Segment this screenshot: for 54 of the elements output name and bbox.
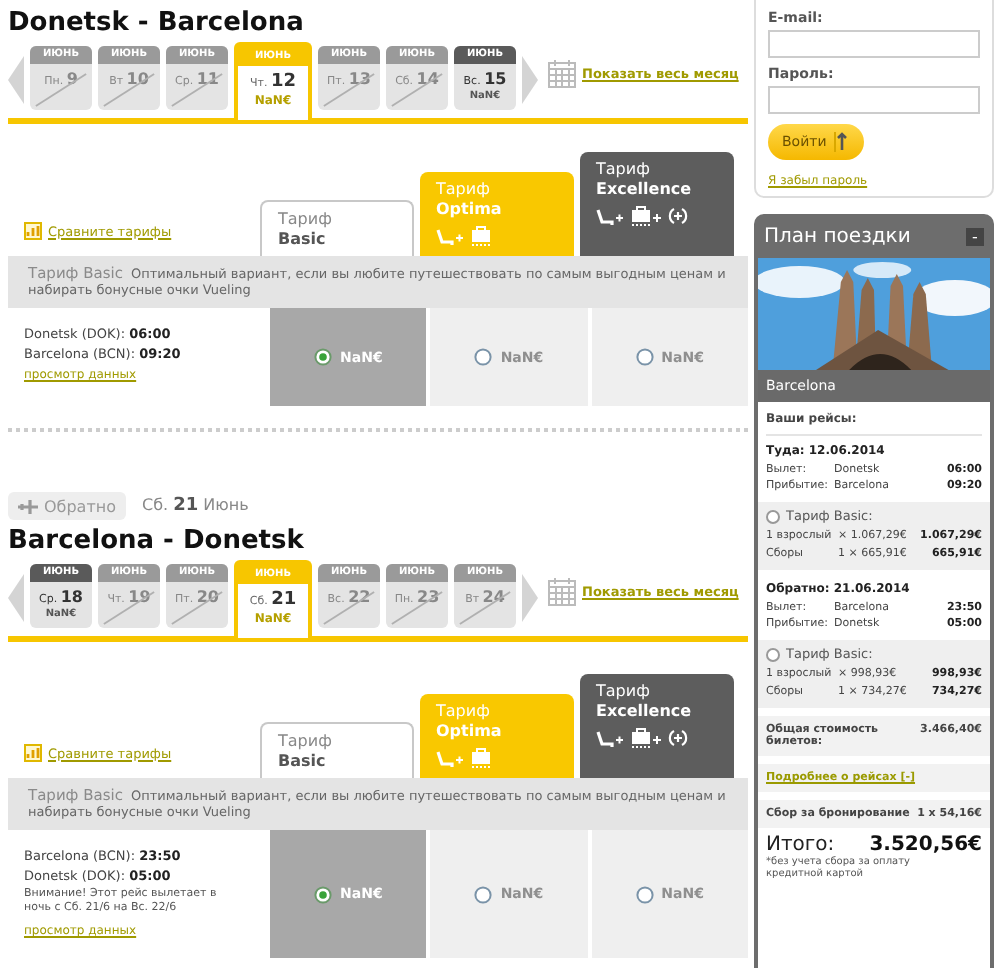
strikethrough-line <box>388 68 446 108</box>
radio-button[interactable] <box>314 885 332 903</box>
strikethrough-line <box>100 68 158 108</box>
strikethrough-line <box>388 586 446 626</box>
radio-button[interactable] <box>635 348 654 366</box>
seat-icon <box>436 749 464 767</box>
tariff-tab[interactable]: Тариф Basic <box>260 722 414 778</box>
chart-icon <box>24 222 42 240</box>
back-button[interactable]: Обратно <box>8 492 126 520</box>
plus-icon <box>668 206 688 226</box>
radio-button[interactable] <box>766 647 780 661</box>
strikethrough-line <box>100 586 158 626</box>
return-date: Сб. 21 Июнь <box>142 496 249 516</box>
chart-icon <box>24 744 42 762</box>
plus-icon <box>668 728 688 748</box>
strikethrough-line <box>168 586 226 626</box>
route-title: Donetsk - Barcelona <box>8 6 306 40</box>
strikethrough-line <box>320 68 378 108</box>
radio-button[interactable] <box>474 348 493 366</box>
seat-icon <box>436 227 464 245</box>
collapse-button[interactable]: - <box>966 227 984 245</box>
arrow-icon <box>834 132 851 152</box>
previous-arrow-icon[interactable] <box>8 574 24 622</box>
calendar-icon[interactable] <box>548 576 576 606</box>
tariff-tab[interactable]: Тариф Excellence <box>580 152 734 256</box>
radio-button[interactable] <box>766 509 780 523</box>
luggage-icon <box>630 728 662 748</box>
previous-arrow-icon[interactable] <box>8 56 24 104</box>
panel-title: План поездки <box>764 225 911 247</box>
next-arrow-icon[interactable] <box>522 574 538 622</box>
strikethrough-line <box>456 586 514 626</box>
luggage-icon <box>630 206 662 226</box>
calendar-icon[interactable] <box>548 58 576 88</box>
radio-button[interactable] <box>314 348 332 366</box>
seat-icon <box>596 207 624 225</box>
tariff-tab[interactable]: Тариф Optima <box>420 694 574 778</box>
luggage-icon <box>470 226 492 246</box>
grand-total-label: Итого: <box>766 834 835 856</box>
radio-button[interactable] <box>474 885 493 903</box>
tariff-tab[interactable]: Тариф Optima <box>420 172 574 256</box>
strikethrough-line <box>168 68 226 108</box>
password-field[interactable] <box>768 86 980 114</box>
strikethrough-line <box>32 68 90 108</box>
next-arrow-icon[interactable] <box>522 56 538 104</box>
route-title: Barcelona - Donetsk <box>8 524 306 558</box>
plane-icon <box>18 497 38 515</box>
radio-button[interactable] <box>635 885 654 903</box>
luggage-icon <box>470 748 492 768</box>
tariff-tab[interactable]: Тариф Basic <box>260 200 414 256</box>
strikethrough-line <box>320 586 378 626</box>
seat-icon <box>596 729 624 747</box>
tariff-tab[interactable]: Тариф Excellence <box>580 674 734 778</box>
grand-total: 3.520,56€ <box>869 834 982 856</box>
email-field[interactable] <box>768 30 980 58</box>
